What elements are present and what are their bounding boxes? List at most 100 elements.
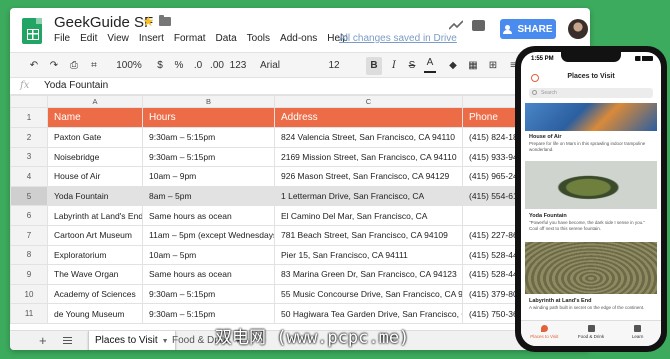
cell-address[interactable]: 926 Mason Street, San Francisco, CA 9412…	[274, 166, 463, 187]
cell-address[interactable]: Pier 15, San Francisco, CA 94111	[274, 244, 463, 266]
menu-view[interactable]: View	[107, 33, 129, 44]
tab-places-to-visit[interactable]: Places to Visit ▼	[88, 331, 176, 350]
percent-format-button[interactable]: %	[172, 53, 186, 79]
cell-name[interactable]: The Wave Organ	[47, 264, 143, 285]
row-number[interactable]: 11	[10, 303, 48, 324]
row-number[interactable]: 8	[10, 244, 48, 266]
comment-icon[interactable]	[472, 20, 485, 31]
row-number[interactable]: 1	[10, 107, 48, 128]
house-of-air-image[interactable]	[525, 103, 657, 131]
search-input[interactable]: Search	[529, 88, 653, 98]
phone-tab-food[interactable]: Food & Drink	[568, 321, 615, 346]
borders-icon[interactable]: ▦	[466, 53, 480, 79]
cell-name[interactable]: Yoda Fountain	[47, 185, 143, 207]
row-number[interactable]: 7	[10, 224, 48, 246]
paint-format-icon[interactable]: ⌗	[86, 53, 102, 79]
menu-tools[interactable]: Tools	[247, 33, 270, 44]
header-cell-address[interactable]: Address	[274, 107, 463, 128]
fill-color-icon[interactable]: ◆	[446, 53, 460, 79]
all-sheets-icon[interactable]	[63, 337, 72, 344]
cell-hours[interactable]: Same hours as ocean	[142, 205, 275, 226]
card-title[interactable]: House of Air	[529, 134, 562, 140]
row-number[interactable]: 6	[10, 205, 48, 226]
cell-address[interactable]: 824 Valencia Street, San Francisco, CA 9…	[274, 127, 463, 148]
cell-hours[interactable]: 9:30am – 5:15pm	[142, 283, 275, 305]
phone-tab-places[interactable]: Places to Visit	[521, 321, 568, 346]
cell-hours[interactable]: 10am – 9pm	[142, 166, 275, 187]
share-button[interactable]: SHARE	[500, 19, 556, 39]
cell-hours[interactable]: 11am – 5pm (except Wednesdays)	[142, 224, 275, 246]
cell-address[interactable]: 50 Hagiwara Tea Garden Drive, San Franci…	[274, 303, 463, 324]
avatar[interactable]	[568, 19, 588, 39]
cell-address[interactable]: 55 Music Concourse Drive, San Francisco,…	[274, 283, 463, 305]
document-title[interactable]: GeekGuide SF	[54, 14, 153, 31]
spreadsheet-grid: A B C D 1 Name Hours Address Phone 2 Pax…	[10, 95, 590, 324]
cell-name[interactable]: Exploratorium	[47, 244, 143, 266]
cell-address[interactable]: 2169 Mission Street, San Francisco, CA 9…	[274, 146, 463, 168]
menu-edit[interactable]: Edit	[80, 33, 97, 44]
sheets-logo-icon[interactable]	[22, 18, 42, 44]
cell-name[interactable]: Paxton Gate	[47, 127, 143, 148]
add-sheet-button[interactable]: +	[39, 333, 47, 348]
formula-input[interactable]: Yoda Fountain	[44, 80, 108, 91]
cell-name[interactable]: de Young Museum	[47, 303, 143, 324]
row-number[interactable]: 4	[10, 166, 48, 187]
cell-hours[interactable]: 9:30am – 5:15pm	[142, 146, 275, 168]
cell-name[interactable]: Academy of Sciences	[47, 283, 143, 305]
print-icon[interactable]: ⎙	[66, 53, 82, 79]
card-title[interactable]: Yoda Fountain	[529, 213, 567, 219]
increase-decimal-button[interactable]: .00	[208, 53, 226, 79]
font-select[interactable]: Arial	[260, 53, 300, 79]
cell-name[interactable]: Labyrinth at Land's End	[47, 205, 143, 226]
menu-file[interactable]: File	[54, 33, 70, 44]
row-number[interactable]: 10	[10, 283, 48, 305]
cell-hours[interactable]: 10am – 5pm	[142, 244, 275, 266]
menu-data[interactable]: Data	[216, 33, 237, 44]
phone-tab-learn[interactable]: Learn	[614, 321, 661, 346]
star-icon[interactable]: ★	[142, 13, 155, 30]
cell-name[interactable]: Noisebridge	[47, 146, 143, 168]
phone-notch	[561, 52, 621, 62]
text-color-button[interactable]: A	[424, 53, 436, 73]
column-header-a[interactable]: A	[47, 95, 143, 108]
cell-hours[interactable]: 9:30am – 5:15pm	[142, 303, 275, 324]
activity-trend-icon[interactable]	[449, 20, 463, 30]
row-number[interactable]: 9	[10, 264, 48, 285]
bold-button[interactable]: B	[366, 57, 382, 75]
select-all-corner[interactable]	[10, 95, 48, 108]
row-number[interactable]: 5	[10, 185, 48, 207]
menu-addons[interactable]: Add-ons	[280, 33, 317, 44]
cell-hours[interactable]: 9:30am – 5:15pm	[142, 127, 275, 148]
menu-format[interactable]: Format	[174, 33, 206, 44]
menu-insert[interactable]: Insert	[139, 33, 164, 44]
cell-address[interactable]: 781 Beach Street, San Francisco, CA 9410…	[274, 224, 463, 246]
merge-cells-icon[interactable]: ⊞	[486, 53, 500, 79]
cell-name[interactable]: House of Air	[47, 166, 143, 187]
zoom-select[interactable]: 100%	[114, 53, 144, 79]
row-number[interactable]: 2	[10, 127, 48, 148]
card-title[interactable]: Labyrinth at Land's End	[529, 298, 591, 304]
cell-address[interactable]: 1 Letterman Drive, San Francisco, CA	[274, 185, 463, 207]
column-header-c[interactable]: C	[274, 95, 463, 108]
cell-hours[interactable]: Same hours as ocean	[142, 264, 275, 285]
cell-address[interactable]: 83 Marina Green Dr, San Francisco, CA 94…	[274, 264, 463, 285]
undo-icon[interactable]: ↶	[26, 53, 42, 79]
labyrinth-image[interactable]	[525, 242, 657, 294]
save-status-link[interactable]: All changes saved in Drive	[339, 33, 457, 44]
font-size-select[interactable]: 12	[326, 53, 342, 79]
strikethrough-button[interactable]: S	[406, 53, 418, 79]
folder-icon[interactable]	[159, 15, 171, 26]
column-header-b[interactable]: B	[142, 95, 275, 108]
redo-icon[interactable]: ↷	[46, 53, 62, 79]
italic-button[interactable]: I	[388, 53, 400, 79]
cell-name[interactable]: Cartoon Art Museum	[47, 224, 143, 246]
more-formats-button[interactable]: 123	[228, 53, 248, 79]
currency-format-button[interactable]: $	[154, 53, 166, 79]
cell-hours[interactable]: 8am – 5pm	[142, 185, 275, 207]
header-cell-hours[interactable]: Hours	[142, 107, 275, 128]
cell-address[interactable]: El Camino Del Mar, San Francisco, CA	[274, 205, 463, 226]
row-number[interactable]: 3	[10, 146, 48, 168]
header-cell-name[interactable]: Name	[47, 107, 143, 128]
yoda-fountain-image[interactable]	[525, 161, 657, 209]
decrease-decimal-button[interactable]: .0	[190, 53, 206, 79]
